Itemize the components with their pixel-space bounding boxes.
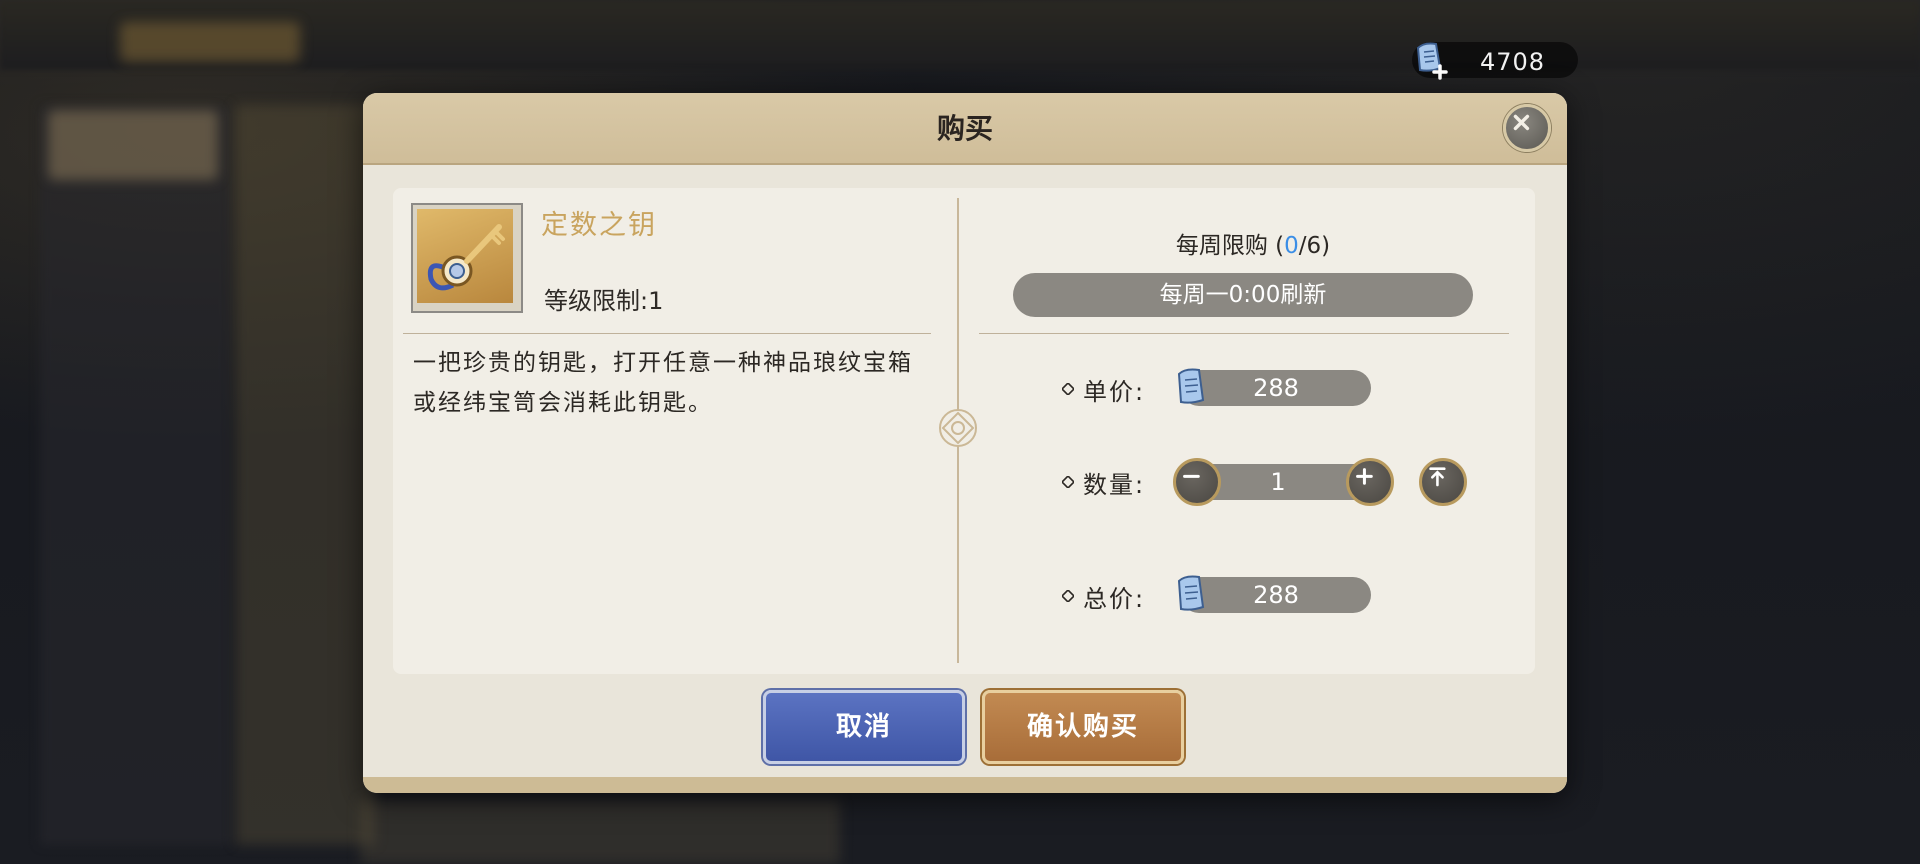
item-description: 一把珍贵的钥匙，打开任意一种神品琅纹宝箱或经纬宝笥会消耗此钥匙。 <box>413 350 913 416</box>
background-left-button <box>48 110 218 180</box>
key-icon <box>427 224 505 291</box>
weekly-limit: 每周限购 (0/6) <box>1175 233 1331 259</box>
weekly-limit-label: 每周限购 <box>1175 233 1268 259</box>
scroll-ticket-icon <box>1177 575 1205 611</box>
item-name: 定数之钥 <box>541 210 657 241</box>
confirm-purchase-button[interactable]: 确认购买 <box>982 690 1184 764</box>
scroll-ticket-icon <box>1416 42 1448 80</box>
unit-price-label: 单价: <box>1083 378 1146 406</box>
purchase-dialog: 购买 定数之钥 等级限制:1 一把珍贵的钥匙，打开任意一种神品琅纹宝箱或经纬宝笥… <box>363 93 1567 793</box>
weekly-limit-max: 6 <box>1306 233 1322 259</box>
item-icon-frame <box>411 203 523 313</box>
currency-display[interactable]: 4708 <box>1412 42 1578 80</box>
quantity-decrease-button[interactable] <box>1173 458 1221 506</box>
quantity-label: 数量: <box>1083 471 1146 499</box>
right-divider <box>979 333 1509 334</box>
bullet-icon <box>1062 476 1074 488</box>
max-arrow-icon <box>1429 467 1446 487</box>
level-limit: 等级限制:1 <box>544 287 664 315</box>
total-price-label: 总价: <box>1083 585 1146 613</box>
minus-icon <box>1183 474 1200 478</box>
bullet-icon <box>1062 383 1074 395</box>
refresh-info: 每周一0:00刷新 <box>1013 273 1473 317</box>
background-column <box>235 105 375 845</box>
cancel-button[interactable]: 取消 <box>763 690 965 764</box>
bullet-icon <box>1062 590 1074 602</box>
dialog-header: 购买 <box>363 93 1567 165</box>
background-left-panel <box>40 105 230 845</box>
background-bottom <box>360 800 840 864</box>
quantity-max-button[interactable] <box>1419 458 1467 506</box>
plus-icon <box>1356 468 1373 485</box>
left-divider <box>403 333 931 334</box>
scroll-ticket-icon <box>1177 368 1205 404</box>
dialog-footer <box>363 777 1567 793</box>
close-button[interactable] <box>1503 104 1551 152</box>
currency-value: 4708 <box>1480 48 1546 76</box>
dialog-title: 购买 <box>936 112 993 145</box>
quantity-increase-button[interactable] <box>1346 458 1394 506</box>
weekly-limit-bought: 0 <box>1284 233 1299 259</box>
close-icon <box>1513 114 1530 131</box>
ornament-icon <box>939 409 977 447</box>
background-tab <box>120 22 300 62</box>
